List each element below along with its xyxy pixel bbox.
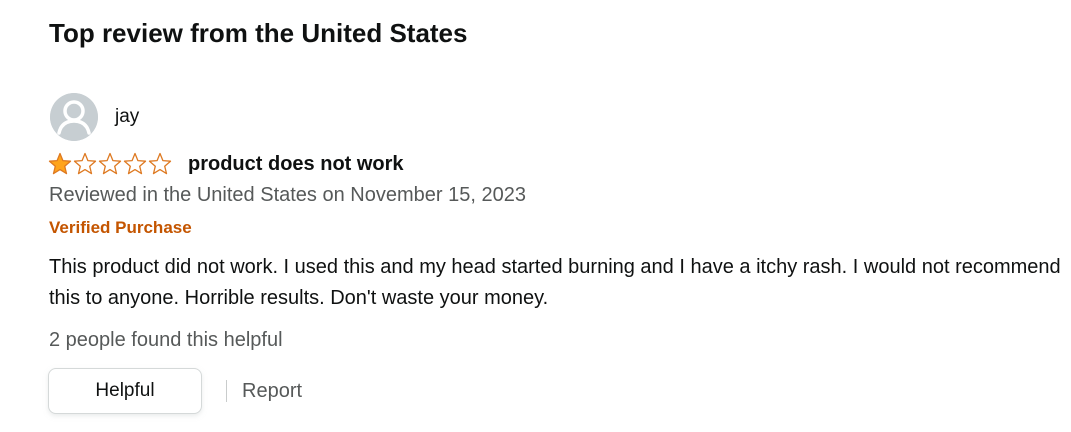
star-icon [98, 152, 122, 175]
helpful-button[interactable]: Helpful [48, 368, 202, 414]
reviewer-profile[interactable]: jay [50, 93, 139, 141]
helpful-count: 2 people found this helpful [49, 329, 283, 351]
star-icon [148, 152, 172, 175]
report-link[interactable]: Report [242, 380, 302, 403]
review-actions: Helpful Report [48, 368, 302, 414]
review-section-title: Top review from the United States [49, 18, 468, 48]
review-body: This product did not work. I used this a… [49, 256, 1061, 309]
star-icon [48, 152, 72, 175]
rating-row: product does not work [48, 152, 404, 176]
star-rating[interactable] [48, 152, 173, 176]
reviewer-name[interactable]: jay [115, 106, 139, 128]
verified-purchase-badge: Verified Purchase [49, 218, 192, 237]
star-icon [73, 152, 97, 175]
review-title[interactable]: product does not work [188, 153, 404, 176]
star-icon [123, 152, 147, 175]
default-user-avatar-icon [50, 93, 98, 141]
action-divider [226, 380, 227, 402]
review-date: Reviewed in the United States on Novembe… [49, 184, 526, 206]
